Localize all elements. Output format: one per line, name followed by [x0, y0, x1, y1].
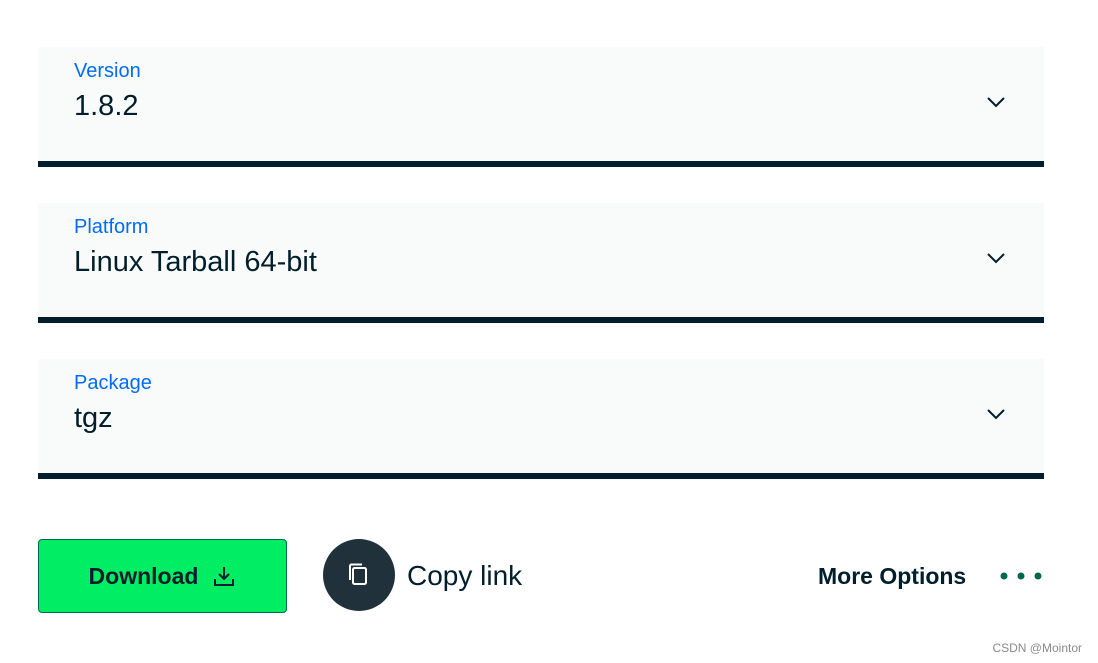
copy-icon	[349, 563, 367, 585]
ellipsis-icon[interactable]	[998, 569, 1044, 583]
version-select[interactable]: Version 1.8.2	[38, 47, 1044, 167]
platform-select[interactable]: Platform Linux Tarball 64-bit	[38, 203, 1044, 323]
more-options-button[interactable]: More Options	[818, 563, 966, 590]
download-icon	[214, 567, 235, 586]
watermark: CSDN @Mointor	[992, 641, 1082, 655]
package-label: Package	[74, 372, 152, 394]
platform-label: Platform	[74, 216, 149, 238]
chevron-down-icon	[987, 409, 1005, 420]
download-label: Download	[88, 562, 199, 589]
version-label: Version	[74, 60, 141, 82]
package-value: tgz	[74, 402, 113, 434]
platform-value: Linux Tarball 64-bit	[74, 246, 317, 278]
copy-link-label[interactable]: Copy link	[407, 560, 522, 592]
package-select[interactable]: Package tgz	[38, 359, 1044, 479]
copy-link-button[interactable]	[323, 539, 395, 611]
chevron-down-icon	[987, 97, 1005, 108]
version-value: 1.8.2	[74, 90, 139, 122]
download-button[interactable]: Download	[38, 539, 287, 613]
chevron-down-icon	[987, 253, 1005, 264]
